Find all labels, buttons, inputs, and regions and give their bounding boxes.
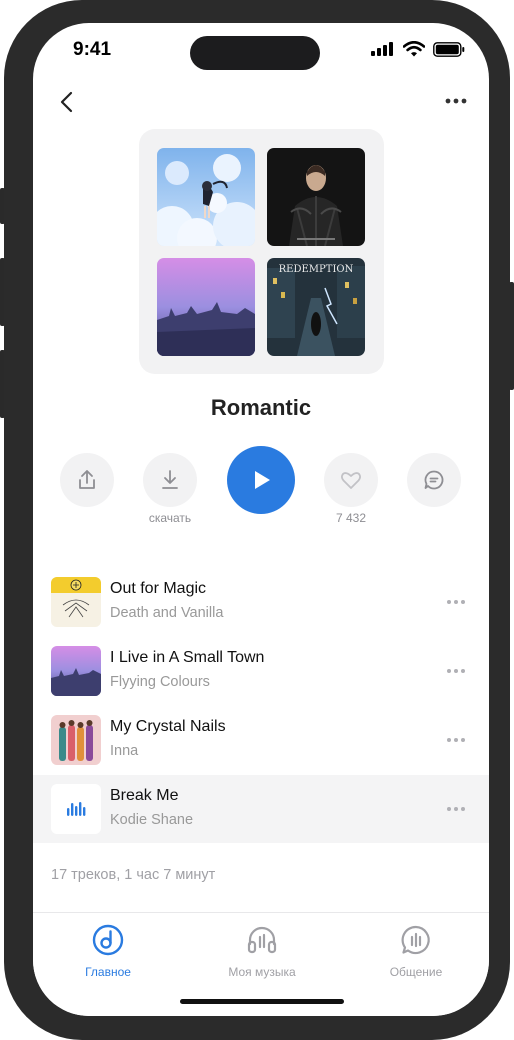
cover-redemption-dark-street: REDEMPTION (267, 258, 365, 356)
cover-woman-black-leather (267, 148, 365, 246)
cellular-signal-icon (371, 42, 393, 56)
tab-my-music-label: Моя музыка (228, 965, 296, 979)
play-button[interactable] (227, 446, 295, 514)
download-label: скачать (148, 511, 192, 525)
comments-button[interactable] (407, 453, 461, 507)
track-artist: Inna (110, 743, 139, 759)
cover-anime-girl-clouds (157, 148, 255, 246)
track-title: Break Me (110, 787, 179, 804)
track-row[interactable]: My Crystal Nails Inna (33, 706, 489, 774)
track-more-icon[interactable] (445, 595, 467, 609)
track-artist: Kodie Shane (110, 812, 194, 828)
track-more-icon[interactable] (445, 733, 467, 747)
tab-my-music[interactable]: Моя музыка (207, 923, 317, 979)
track-artwork (51, 577, 101, 627)
now-playing-artwork (51, 784, 101, 834)
cover-purple-city-sunset (157, 258, 255, 356)
track-title: I Live in A Small Town (110, 649, 265, 666)
headphones-icon (247, 926, 277, 954)
track-title: Out for Magic (110, 580, 207, 597)
more-options-icon[interactable] (443, 93, 469, 109)
screen: 9:41 REDEMPTION Romantic скачать 7 432 O… (33, 23, 489, 1016)
track-artist: Death and Vanilla (110, 605, 224, 621)
play-icon (255, 471, 270, 489)
home-indicator (180, 999, 344, 1004)
playlist-cover-collage: REDEMPTION (139, 129, 384, 374)
track-artwork (51, 715, 101, 765)
wifi-icon (403, 41, 425, 57)
download-button[interactable] (143, 453, 197, 507)
track-more-icon[interactable] (445, 802, 467, 816)
track-artist: Flyying Colours (110, 674, 210, 690)
dynamic-island (190, 36, 320, 70)
track-title: My Crystal Nails (110, 718, 226, 735)
back-chevron-icon[interactable] (55, 89, 81, 115)
track-row-now-playing[interactable]: Break Me Kodie Shane (33, 775, 489, 843)
svg-text:REDEMPTION: REDEMPTION (279, 264, 354, 275)
track-more-icon[interactable] (445, 664, 467, 678)
comment-icon (424, 470, 444, 490)
playlist-title: Romantic (210, 395, 312, 420)
tab-social-label: Общение (389, 965, 443, 979)
phone-frame: 9:41 REDEMPTION Romantic скачать 7 432 O… (4, 0, 510, 1040)
tab-home[interactable]: Главное (53, 923, 163, 979)
equalizer-icon (67, 802, 86, 816)
battery-icon (433, 41, 465, 57)
likes-count: 7 432 (335, 511, 367, 525)
status-time: 9:41 (73, 39, 112, 60)
tab-social[interactable]: Общение (361, 923, 471, 979)
share-button[interactable] (60, 453, 114, 507)
tab-home-label: Главное (85, 965, 131, 979)
download-icon (162, 470, 178, 489)
track-artwork (51, 646, 101, 696)
like-button[interactable] (324, 453, 378, 507)
playlist-summary: 17 треков, 1 час 7 минут (51, 867, 216, 883)
share-icon (79, 470, 95, 489)
track-row[interactable]: Out for Magic Death and Vanilla (33, 568, 489, 636)
status-icons (371, 41, 465, 57)
chat-bubble-icon (401, 925, 430, 955)
track-row[interactable]: I Live in A Small Town Flyying Colours (33, 637, 489, 705)
music-note-circle-icon (92, 924, 124, 956)
heart-icon (340, 472, 362, 489)
